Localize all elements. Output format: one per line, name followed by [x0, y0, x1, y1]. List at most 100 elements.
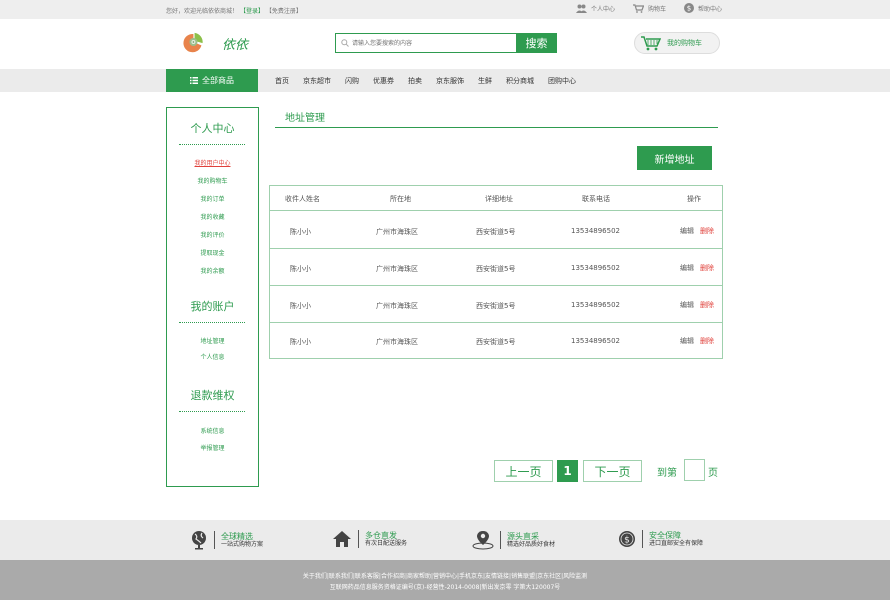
edit-link[interactable]: 编辑 [680, 300, 694, 310]
feature-subtitle: 有次日配送服务 [365, 539, 408, 547]
region: 广州市海珠区 [376, 228, 418, 236]
region: 广州市海珠区 [376, 265, 418, 273]
next-page-button[interactable]: 下一页 [583, 460, 642, 482]
search-button[interactable]: 搜索 [516, 33, 557, 53]
welcome-text: 您好，欢迎光临依依商城！ 【登录】 【免费注册】 [166, 6, 302, 15]
footer-links[interactable]: 关于我们|联系我们|联系客服|合作招商|商家帮助|营销中心|手机京东|友情链接|… [0, 571, 890, 580]
prev-page-button[interactable]: 上一页 [494, 460, 553, 482]
delete-link[interactable]: 删除 [700, 263, 714, 273]
edit-link[interactable]: 编辑 [680, 263, 694, 273]
feature-subtitle: 精选好品质好食材 [507, 540, 556, 548]
address-table: 收件人姓名 所在地 详细地址 联系电话 操作 陈小小 广州市海珠区 西安街道5号… [269, 185, 723, 359]
nav-item-fresh[interactable]: 生鲜 [471, 76, 499, 86]
sidebar-item-withdraw[interactable]: 提取现金 [167, 248, 258, 257]
nav-item-coupons[interactable]: 优惠券 [366, 76, 401, 86]
sidebar-item-address[interactable]: 地址管理 [167, 336, 258, 345]
feature-title: 多仓直发 [365, 530, 397, 540]
login-link[interactable]: 【登录】 [240, 8, 264, 15]
logo-icon[interactable] [182, 24, 222, 60]
phone: 13534896502 [571, 337, 620, 345]
feature-separator [642, 530, 643, 548]
sidebar-item-user-center[interactable]: 我的用户中心 [167, 158, 258, 167]
edit-link[interactable]: 编辑 [680, 336, 694, 346]
table-row: 陈小小 广州市海珠区 西安街道5号 13534896502 编辑 删除 [270, 249, 722, 286]
feature-global: 全球精选 一站式购物方案 [190, 530, 263, 550]
feature-subtitle: 进口直邮安全有保障 [649, 539, 704, 547]
sidebar-item-reviews[interactable]: 我的评价 [167, 230, 258, 239]
divider [179, 322, 245, 323]
recipient-name: 陈小小 [290, 338, 311, 346]
location-pin-icon [472, 531, 494, 550]
dollar-coin-icon: $ [619, 531, 635, 547]
nav-item-auction[interactable]: 拍卖 [401, 76, 429, 86]
street-address: 西安街道5号 [476, 265, 516, 273]
nav-item-fashion[interactable]: 京东服饰 [429, 76, 471, 86]
recipient-name: 陈小小 [290, 228, 311, 236]
region: 广州市海珠区 [376, 338, 418, 346]
nav-item-flash-sale[interactable]: 闪购 [338, 76, 366, 86]
table-row: 陈小小 广州市海珠区 西安街道5号 13534896502 编辑 删除 [270, 212, 722, 249]
phone: 13534896502 [571, 227, 620, 235]
top-link-help[interactable]: $ 帮助中心 [683, 3, 722, 13]
feature-title: 安全保障 [649, 530, 681, 540]
sidebar-item-system-info[interactable]: 系统信息 [167, 426, 258, 435]
edit-link[interactable]: 编辑 [680, 226, 694, 236]
table-header: 收件人姓名 所在地 详细地址 联系电话 操作 [270, 186, 722, 211]
my-cart-button[interactable]: 我的购物车 [634, 32, 720, 54]
current-page[interactable]: 1 [557, 460, 578, 482]
top-link-cart[interactable]: 购物车 [632, 3, 666, 13]
sidebar-item-profile[interactable]: 个人信息 [167, 352, 258, 361]
street-address: 西安街道5号 [476, 338, 516, 346]
delete-link[interactable]: 删除 [700, 226, 714, 236]
delete-link[interactable]: 删除 [700, 336, 714, 346]
house-icon [333, 531, 351, 547]
table-row: 陈小小 广州市海珠区 西安街道5号 13534896502 编辑 删除 [270, 286, 722, 323]
sidebar-heading-refund: 退款维权 [190, 389, 235, 402]
sidebar-item-favorites[interactable]: 我的收藏 [167, 212, 258, 221]
sidebar-item-orders[interactable]: 我的订单 [167, 194, 258, 203]
feature-text: 安全保障 进口直邮安全有保障 [649, 531, 703, 548]
footer-license: 互联网药品信息服务资格证编号(京)-经营性-2014-0008|新出发京零 字第… [329, 584, 561, 591]
nav-item-home[interactable]: 首页 [268, 76, 296, 86]
column-header-address: 详细地址 [485, 195, 513, 203]
globe-icon [192, 531, 206, 550]
cart-icon [632, 3, 644, 13]
nav-item-points-mall[interactable]: 积分商城 [499, 76, 541, 86]
sidebar-item-report[interactable]: 举报管理 [167, 443, 258, 452]
sidebar-item-balance[interactable]: 我的余额 [167, 266, 258, 275]
divider [179, 411, 245, 412]
sidebar-item-cart[interactable]: 我的购物车 [167, 176, 258, 185]
recipient-name: 陈小小 [290, 302, 311, 310]
feature-title: 全球精选 [221, 531, 253, 541]
nav-item-group-buy[interactable]: 团购中心 [541, 76, 583, 86]
phone: 13534896502 [571, 301, 620, 309]
delete-link[interactable]: 删除 [700, 300, 714, 310]
my-cart-label: 我的购物车 [667, 39, 702, 47]
top-link-label: 帮助中心 [697, 5, 722, 13]
feature-separator [358, 530, 359, 548]
welcome-message: 您好，欢迎光临依依商城！ [166, 8, 239, 15]
all-categories-button[interactable]: 全部商品 [166, 69, 258, 92]
feature-text: 全球精选 一站式购物方案 [221, 532, 263, 549]
sidebar: 个人中心 我的用户中心 我的购物车 我的订单 我的收藏 我的评价 提取现金 我的… [166, 107, 259, 487]
svg-text:$: $ [624, 536, 630, 546]
phone: 13534896502 [571, 264, 620, 272]
feature-separator [500, 531, 501, 549]
feature-separator [214, 531, 215, 549]
column-header-phone: 联系电话 [582, 195, 610, 203]
nav-item-supermarket[interactable]: 京东超市 [296, 76, 338, 86]
region: 广州市海珠区 [376, 302, 418, 310]
search-input[interactable] [335, 33, 517, 53]
table-row: 陈小小 广州市海珠区 西安街道5号 13534896502 编辑 删除 [270, 323, 722, 360]
add-address-button[interactable]: 新增地址 [637, 146, 712, 170]
goto-page-input[interactable] [684, 459, 705, 481]
top-link-label: 购物车 [647, 5, 666, 13]
title-divider [275, 127, 718, 128]
search-icon [341, 39, 349, 47]
feature-security: $ 安全保障 进口直邮安全有保障 [618, 530, 703, 548]
register-link[interactable]: 【免费注册】 [266, 8, 302, 15]
column-header-region: 所在地 [390, 195, 411, 203]
column-header-name: 收件人姓名 [285, 195, 320, 203]
top-bar: 您好，欢迎光临依依商城！ 【登录】 【免费注册】 个人中心 购物车 $ 帮助中心 [0, 0, 890, 19]
top-link-user-center[interactable]: 个人中心 [575, 3, 615, 13]
